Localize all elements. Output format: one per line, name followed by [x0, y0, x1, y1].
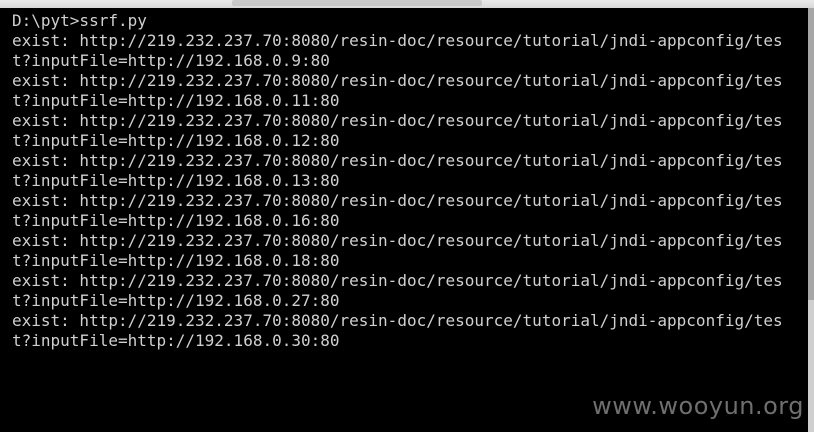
- console-line: exist: http://219.232.237.70:8080/resin-…: [12, 111, 783, 130]
- console-line: t?inputFile=http://192.168.0.30:80: [12, 331, 340, 350]
- console-line: exist: http://219.232.237.70:8080/resin-…: [12, 151, 783, 170]
- console-line: t?inputFile=http://192.168.0.16:80: [12, 211, 340, 230]
- console-line: exist: http://219.232.237.70:8080/resin-…: [12, 231, 783, 250]
- console-line: exist: http://219.232.237.70:8080/resin-…: [12, 71, 783, 90]
- console-line: exist: http://219.232.237.70:8080/resin-…: [12, 191, 783, 210]
- console-line: t?inputFile=http://192.168.0.18:80: [12, 251, 340, 270]
- watermark: www.wooyun.org: [592, 392, 804, 420]
- console-line: D:\pyt>ssrf.py: [12, 11, 147, 30]
- console-line: t?inputFile=http://192.168.0.11:80: [12, 91, 340, 110]
- scrollbar-thumb[interactable]: [808, 8, 814, 300]
- blurred-title-text: [232, 0, 482, 6]
- console-line: exist: http://219.232.237.70:8080/resin-…: [12, 271, 783, 290]
- console-line: exist: http://219.232.237.70:8080/resin-…: [12, 311, 783, 330]
- console-line: t?inputFile=http://192.168.0.13:80: [12, 171, 340, 190]
- console-output[interactable]: D:\pyt>ssrf.py exist: http://219.232.237.…: [0, 8, 808, 432]
- console-line: exist: http://219.232.237.70:8080/resin-…: [12, 31, 783, 50]
- console-line: t?inputFile=http://192.168.0.27:80: [12, 291, 340, 310]
- console-lines: D:\pyt>ssrf.py exist: http://219.232.237.…: [12, 11, 783, 351]
- console-line: t?inputFile=http://192.168.0.9:80: [12, 51, 330, 70]
- console-line: t?inputFile=http://192.168.0.12:80: [12, 131, 340, 150]
- console-scrollbar[interactable]: [808, 8, 814, 432]
